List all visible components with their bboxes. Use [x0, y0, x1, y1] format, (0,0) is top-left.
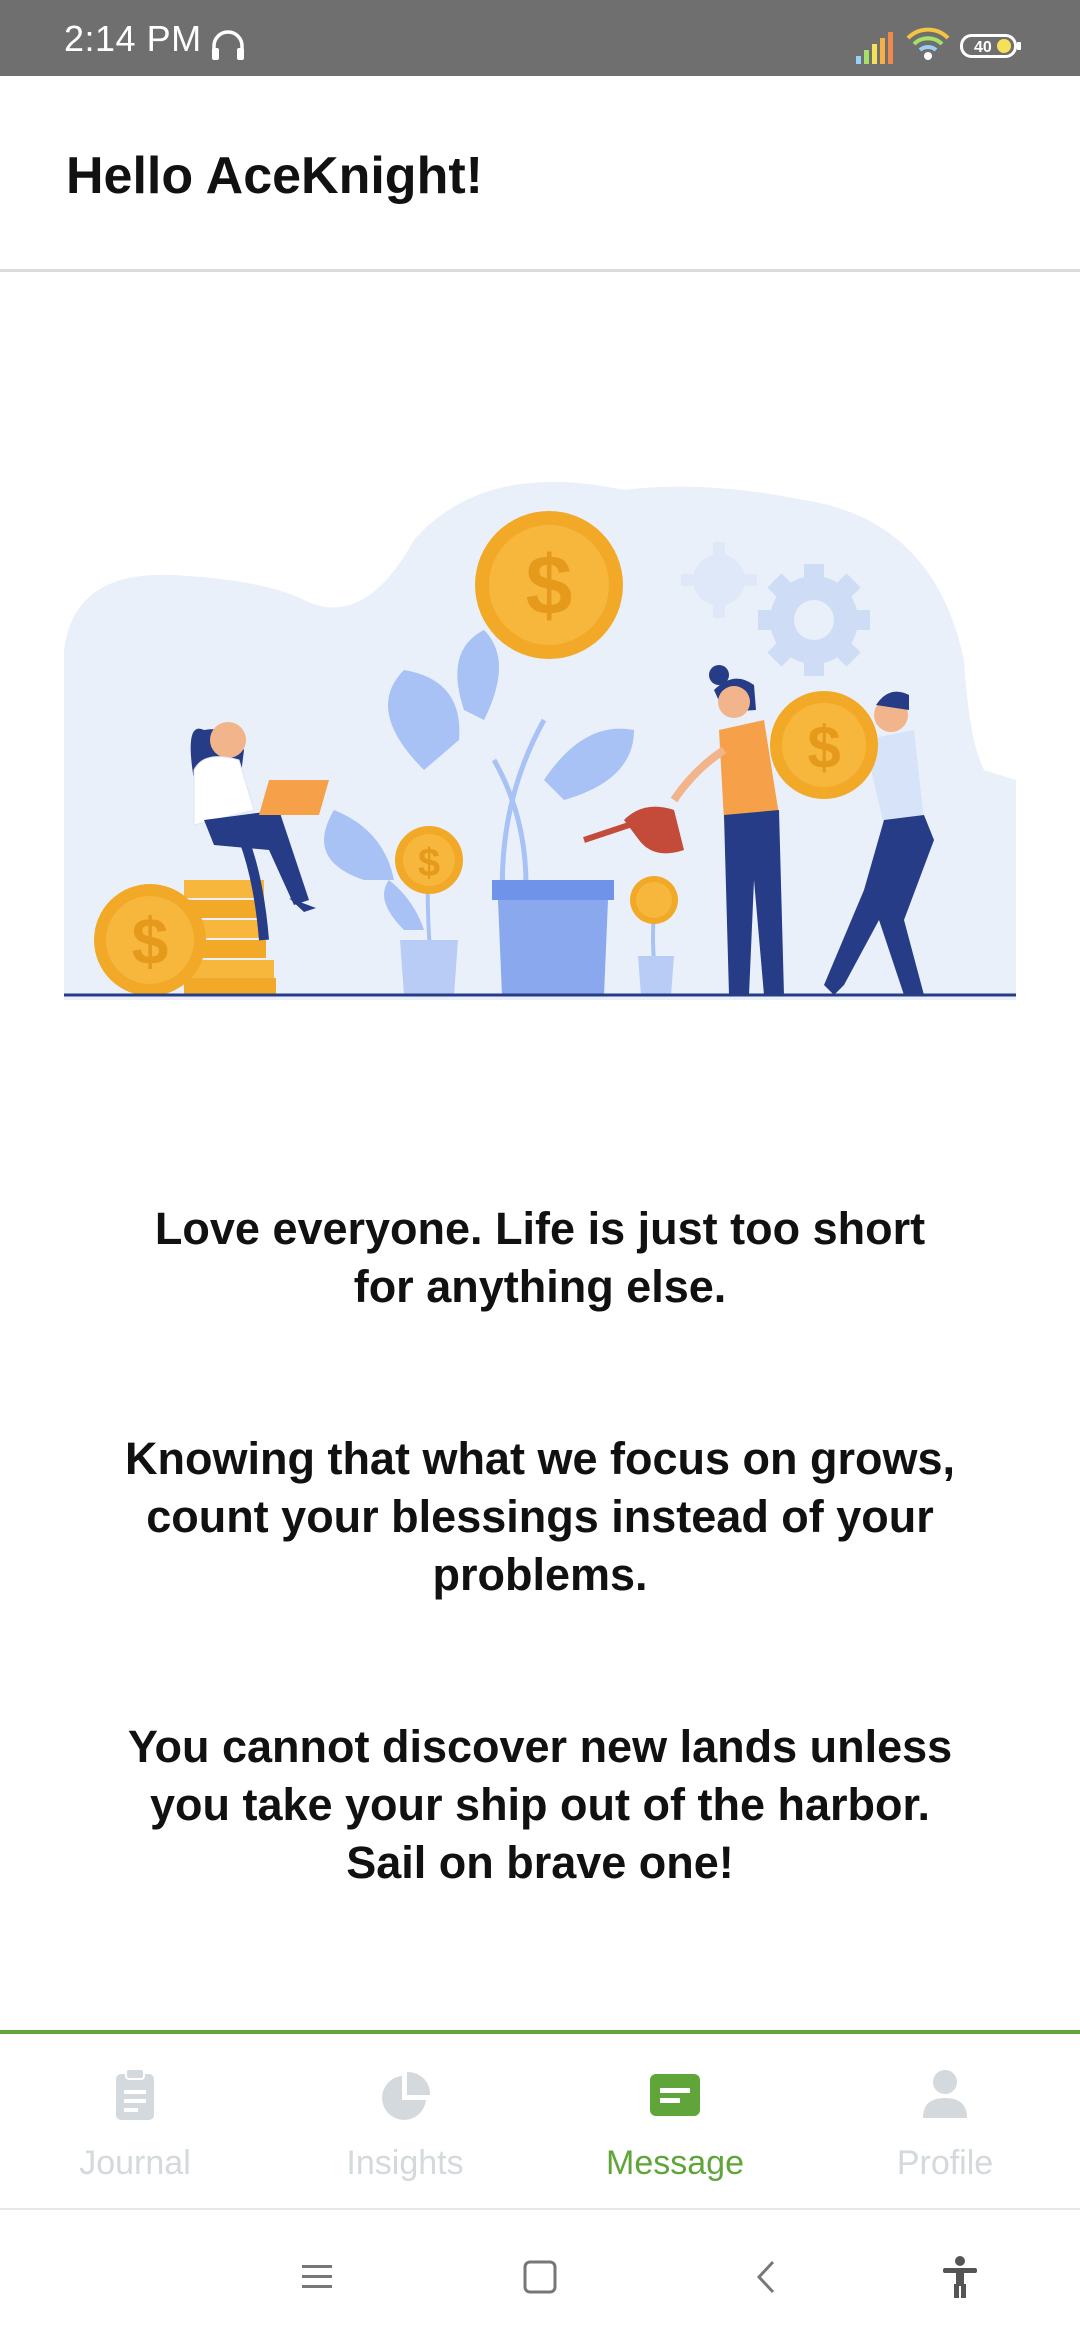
dollar-sign: $ [526, 538, 573, 632]
battery-icon: 40 [960, 34, 1021, 58]
quote-text: Love everyone. Life is just too short fo… [154, 1203, 926, 1312]
pie-chart-icon [382, 2071, 430, 2120]
nav-item-insights[interactable]: Insights [270, 2034, 540, 2210]
nav-item-journal[interactable]: Journal [0, 2034, 270, 2210]
message-icon [650, 2074, 700, 2116]
status-time: 2:14 PM [64, 18, 202, 59]
nav-label-message: Message [606, 2144, 744, 2182]
menu-icon[interactable] [292, 2252, 342, 2302]
signal-icon [856, 32, 893, 64]
bottom-navigation: Journal Insights Message Profile [0, 2030, 1080, 2210]
quote-text: Knowing that what we focus on grows, cou… [125, 1433, 955, 1600]
money-growth-illustration: $ $ $ $ [64, 481, 1016, 1000]
person-icon [923, 2070, 967, 2118]
nav-label-insights: Insights [346, 2144, 464, 2182]
nav-item-profile[interactable]: Profile [810, 2034, 1080, 2210]
clipboard-icon [116, 2068, 154, 2120]
quotes-list: Love everyone. Life is just too short fo… [120, 1200, 960, 1892]
status-bar: 2:14 PM 40 [0, 0, 1080, 76]
greeting-title: Hello AceKnight! [66, 147, 483, 205]
quote-text: You cannot discover new lands unless you… [127, 1721, 953, 1888]
dollar-sign-coin-left: $ [132, 904, 169, 978]
system-navigation-bar [0, 2212, 1080, 2340]
nav-label-journal: Journal [79, 2144, 191, 2182]
nav-item-message[interactable]: Message [540, 2034, 810, 2210]
dollar-sign-small: $ [418, 841, 440, 885]
wifi-icon [906, 27, 950, 60]
accessibility-icon[interactable] [935, 2252, 985, 2302]
dollar-sign-coin-right: $ [807, 714, 840, 781]
back-icon[interactable] [743, 2252, 793, 2302]
headset-icon [212, 30, 244, 60]
app-header: Hello AceKnight! [0, 76, 1080, 272]
battery-level: 40 [974, 39, 992, 56]
home-icon[interactable] [515, 2252, 565, 2302]
nav-label-profile: Profile [896, 2144, 994, 2182]
